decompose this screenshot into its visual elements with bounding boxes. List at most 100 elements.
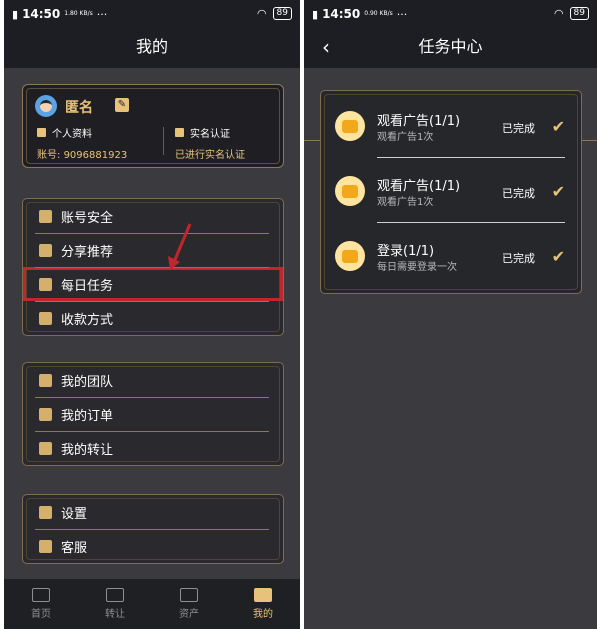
chat-bubble-icon [335, 241, 365, 271]
task-list-card: 观看广告(1/1) 观看广告1次 已完成 ✔ 观看广告(1/1) 观看广告1次 … [320, 90, 582, 294]
red-arrow-annotation [168, 223, 192, 270]
nav-transfer[interactable]: 转让 [78, 579, 152, 629]
nav-assets[interactable]: 资产 [152, 579, 226, 629]
bottom-nav: 首页 转让 资产 我的 [4, 579, 300, 629]
personal-info-label: 个人资料 [52, 129, 92, 140]
realname-status: 已进行实名认证 [175, 150, 245, 161]
profile-icon [254, 588, 272, 602]
task-status: 已完成 [502, 252, 535, 265]
menu-item-my-team[interactable]: 我的团队 [23, 363, 283, 397]
status-bar: ▮ 14:50 1.80 KB/s ··· ◠ 89 [4, 0, 300, 26]
personal-info-column[interactable]: 个人资料 账号: 9096881923 [37, 125, 127, 161]
edit-icon[interactable]: ✎ [115, 98, 129, 112]
nav-label: 我的 [253, 609, 273, 620]
assets-icon [180, 588, 198, 602]
home-icon [32, 588, 50, 602]
status-time: 14:50 [322, 7, 361, 21]
task-row[interactable]: 观看广告(1/1) 观看广告1次 已完成 ✔ [321, 93, 581, 157]
id-card-icon [37, 128, 46, 137]
task-title: 观看广告(1/1) [377, 114, 461, 129]
profile-card[interactable]: 匿名 ✎ 个人资料 账号: 9096881923 实名认证 已进行实名认证 [22, 84, 284, 168]
support-icon [39, 539, 52, 553]
profile-screen: ▮ 14:50 1.80 KB/s ··· ◠ 89 我的 匿名 ✎ 个人资料 … [4, 0, 300, 629]
app-bar: 我的 [4, 26, 300, 68]
task-row[interactable]: 登录(1/1) 每日需要登录一次 已完成 ✔ [321, 223, 581, 287]
account-value: 9096881923 [63, 150, 128, 161]
gift-icon [39, 243, 52, 257]
menu-label: 我的转让 [61, 442, 114, 458]
check-icon: ✔ [551, 117, 565, 136]
signal-icon: ▮ [312, 7, 319, 21]
battery-icon: 89 [272, 7, 292, 20]
realname-icon [175, 128, 184, 137]
decor-line-right [582, 140, 597, 141]
menu-group-orders: 我的团队 我的订单 我的转让 [22, 362, 284, 466]
chat-bubble-icon [335, 111, 365, 141]
status-bar: ▮ 14:50 0.90 KB/s ··· ◠ 89 [304, 0, 597, 26]
nav-label: 首页 [31, 609, 51, 620]
status-time: 14:50 [22, 7, 61, 21]
menu-label: 分享推荐 [61, 244, 114, 260]
page-title: 我的 [135, 37, 168, 56]
menu-label: 账号安全 [61, 210, 114, 226]
menu-group-account: 账号安全 分享推荐 每日任务 收款方式 [22, 198, 284, 336]
menu-label: 每日任务 [61, 278, 114, 294]
check-icon: ✔ [551, 247, 565, 266]
chat-bubble-icon [335, 176, 365, 206]
menu-item-payment-method[interactable]: 收款方式 [23, 301, 283, 335]
task-status: 已完成 [502, 187, 535, 200]
menu-item-account-security[interactable]: 账号安全 [23, 199, 283, 233]
menu-group-settings: 设置 客服 [22, 494, 284, 564]
menu-label: 我的团队 [61, 374, 114, 390]
calendar-icon [39, 277, 52, 291]
task-desc: 观看广告1次 [377, 132, 434, 143]
network-speed: 1.80 KB/s [64, 10, 93, 17]
nav-label: 资产 [179, 609, 199, 620]
network-speed: 0.90 KB/s [364, 10, 393, 17]
account-label: 账号: [37, 150, 61, 161]
transfer-icon [106, 588, 124, 602]
shield-icon [39, 209, 52, 223]
app-bar: ‹ 任务中心 [304, 26, 597, 68]
gear-icon [39, 505, 52, 519]
more-dots: ··· [396, 7, 408, 21]
nav-profile[interactable]: 我的 [226, 579, 300, 629]
task-center-screen: ▮ 14:50 0.90 KB/s ··· ◠ 89 ‹ 任务中心 观看广告(1… [304, 0, 597, 629]
task-desc: 观看广告1次 [377, 197, 434, 208]
divider [163, 127, 164, 155]
menu-item-share[interactable]: 分享推荐 [23, 233, 283, 267]
transfer-icon [39, 441, 52, 455]
wifi-icon: ◠ [256, 7, 267, 20]
wifi-icon: ◠ [553, 7, 564, 20]
nav-label: 转让 [105, 609, 125, 620]
signal-icon: ▮ [12, 7, 19, 21]
page-title: 任务中心 [418, 37, 483, 56]
back-arrow-icon[interactable]: ‹ [322, 26, 330, 68]
task-row[interactable]: 观看广告(1/1) 观看广告1次 已完成 ✔ [321, 158, 581, 222]
task-desc: 每日需要登录一次 [377, 262, 457, 273]
qr-icon [39, 311, 52, 325]
menu-item-my-transfers[interactable]: 我的转让 [23, 431, 283, 465]
menu-label: 我的订单 [61, 408, 114, 424]
task-status: 已完成 [502, 122, 535, 135]
decor-line-left [304, 140, 320, 141]
user-name: 匿名 [65, 100, 93, 116]
menu-label: 收款方式 [61, 312, 114, 328]
task-title: 观看广告(1/1) [377, 179, 461, 194]
menu-label: 设置 [61, 506, 88, 522]
realname-column[interactable]: 实名认证 已进行实名认证 [175, 125, 245, 161]
order-icon [39, 407, 52, 421]
menu-label: 客服 [61, 540, 88, 556]
realname-label: 实名认证 [190, 129, 230, 140]
check-icon: ✔ [551, 182, 565, 201]
more-dots: ··· [96, 7, 108, 21]
task-title: 登录(1/1) [377, 244, 435, 259]
menu-item-daily-tasks[interactable]: 每日任务 [23, 267, 283, 301]
menu-item-settings[interactable]: 设置 [23, 495, 283, 529]
avatar[interactable] [35, 95, 57, 117]
nav-home[interactable]: 首页 [4, 579, 78, 629]
menu-item-customer-service[interactable]: 客服 [23, 529, 283, 563]
battery-icon: 89 [569, 7, 589, 20]
menu-item-my-orders[interactable]: 我的订单 [23, 397, 283, 431]
team-icon [39, 373, 52, 387]
